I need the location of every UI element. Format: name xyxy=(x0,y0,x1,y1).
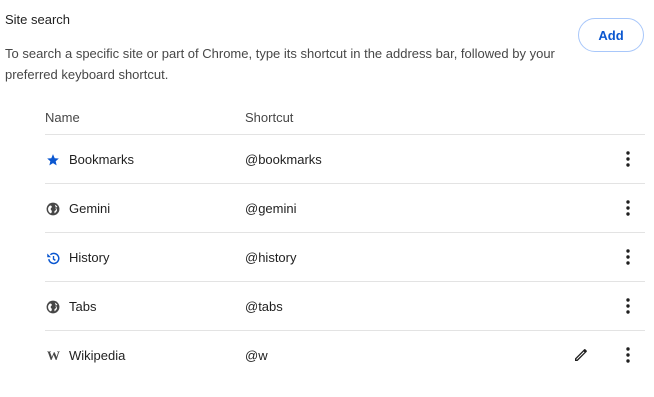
row-name: Bookmarks xyxy=(69,151,135,167)
table-row: Tabs @tabs xyxy=(45,281,645,330)
row-name: Tabs xyxy=(69,298,97,314)
row-shortcut: @tabs xyxy=(245,298,283,314)
globe-icon xyxy=(45,201,61,217)
table-header: Name Shortcut xyxy=(45,100,645,134)
more-actions-icon[interactable] xyxy=(618,149,638,169)
site-search-table: Name Shortcut Bookmarks @bookmarks Gemin… xyxy=(45,100,645,379)
more-actions-icon[interactable] xyxy=(618,296,638,316)
row-shortcut: @w xyxy=(245,347,268,363)
row-name: Gemini xyxy=(69,200,111,216)
row-shortcut: @gemini xyxy=(245,200,297,216)
table-row: W Wikipedia @w xyxy=(45,330,645,379)
row-shortcut: @bookmarks xyxy=(245,151,322,167)
edit-icon[interactable] xyxy=(571,345,591,365)
history-icon xyxy=(45,250,61,266)
row-name: Wikipedia xyxy=(69,347,126,363)
globe-icon xyxy=(45,299,61,315)
star-icon xyxy=(45,152,61,168)
column-header-name: Name xyxy=(45,109,80,125)
more-actions-icon[interactable] xyxy=(618,198,638,218)
add-button[interactable]: Add xyxy=(578,18,644,52)
more-actions-icon[interactable] xyxy=(618,247,638,267)
section-description: To search a specific site or part of Chr… xyxy=(5,46,555,82)
page-title: Site search xyxy=(5,12,71,27)
table-row: History @history xyxy=(45,232,645,281)
column-header-shortcut: Shortcut xyxy=(245,109,294,125)
table-row: Bookmarks @bookmarks xyxy=(45,134,645,183)
row-shortcut: @history xyxy=(245,249,297,265)
row-name: History xyxy=(69,249,110,265)
more-actions-icon[interactable] xyxy=(618,345,638,365)
table-row: Gemini @gemini xyxy=(45,183,645,232)
wikipedia-icon: W xyxy=(47,348,60,363)
